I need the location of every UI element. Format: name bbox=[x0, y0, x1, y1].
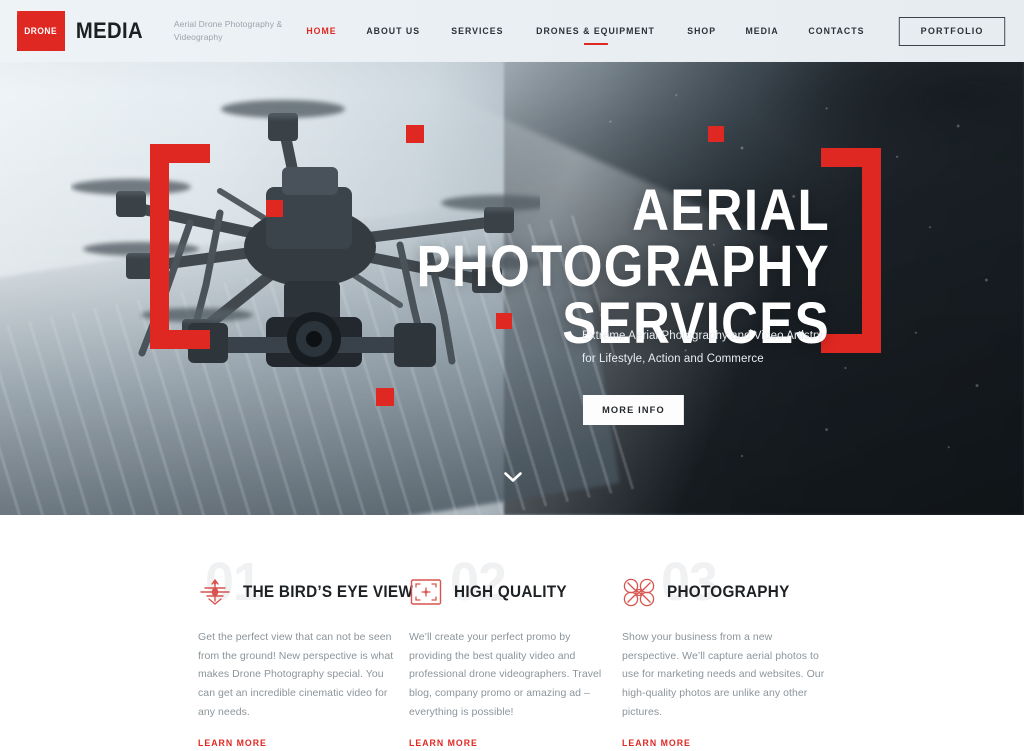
nav-item-services[interactable]: SERVICES bbox=[451, 20, 503, 43]
viewfinder-frame-icon bbox=[409, 577, 443, 607]
feature-card: 02 HIGH QUALITY We’ll create your perfec… bbox=[409, 515, 605, 751]
feature-card: 01 THE BIRD’S EYE VIEW Get the perfect v… bbox=[198, 515, 413, 751]
main-navigation: HOME ABOUT US SERVICES DRONES & EQUIPMEN… bbox=[292, 16, 1008, 46]
feature-title: THE BIRD’S EYE VIEW bbox=[243, 582, 414, 601]
nav-item-contacts[interactable]: CONTACTS bbox=[808, 20, 864, 43]
nav-item-about-us[interactable]: ABOUT US bbox=[367, 20, 421, 43]
hero-subtitle: Extreme Aerial Photography and Video Art… bbox=[582, 330, 823, 365]
feature-title: PHOTOGRAPHY bbox=[667, 582, 790, 601]
more-info-button[interactable]: MORE INFO bbox=[583, 395, 684, 425]
learn-more-link[interactable]: LEARN MORE bbox=[409, 738, 478, 749]
feature-body: Show your business from a new perspectiv… bbox=[622, 631, 825, 718]
portfolio-button[interactable]: PORTFOLIO bbox=[898, 16, 1006, 46]
learn-more-link[interactable]: LEARN MORE bbox=[622, 738, 691, 749]
hero-section: AERIAL PHOTOGRAPHY SERVICES Extreme Aeri… bbox=[0, 0, 1024, 515]
site-tagline: Aerial Drone Photography & Videography bbox=[173, 18, 283, 42]
nav-item-media[interactable]: MEDIA bbox=[745, 20, 778, 43]
feature-body: We’ll create your perfect promo by provi… bbox=[409, 631, 602, 718]
features-section: 01 THE BIRD’S EYE VIEW Get the perfect v… bbox=[0, 515, 1024, 749]
feature-title: HIGH QUALITY bbox=[454, 582, 567, 601]
hero-title-line-1: AERIAL PHOTOGRAPHY bbox=[416, 178, 830, 300]
logo-badge-icon: DRONE bbox=[17, 11, 65, 51]
nav-item-drones-equipment[interactable]: DRONES & EQUIPMENT bbox=[537, 20, 656, 43]
logo[interactable]: DRONE MEDIA bbox=[17, 11, 146, 51]
feature-body: Get the perfect view that can not be see… bbox=[198, 631, 394, 718]
learn-more-link[interactable]: LEARN MORE bbox=[198, 738, 267, 749]
logo-badge-text: DRONE bbox=[24, 25, 58, 37]
quadcopter-icon bbox=[622, 577, 656, 607]
drone-top-view-icon bbox=[198, 577, 232, 607]
site-header: DRONE MEDIA Aerial Drone Photography & V… bbox=[0, 0, 1024, 62]
feature-header: PHOTOGRAPHY bbox=[622, 515, 827, 607]
feature-card: 03 PHOTOGRAPHY Show your business from a… bbox=[622, 515, 827, 751]
nav-item-shop[interactable]: SHOP bbox=[688, 20, 717, 43]
logo-wordmark: MEDIA bbox=[75, 18, 143, 43]
feature-header: HIGH QUALITY bbox=[409, 515, 605, 607]
nav-item-home[interactable]: HOME bbox=[307, 20, 337, 43]
feature-header: THE BIRD’S EYE VIEW bbox=[198, 515, 413, 607]
chevron-down-icon[interactable] bbox=[504, 470, 522, 482]
hero-content: AERIAL PHOTOGRAPHY SERVICES Extreme Aeri… bbox=[0, 0, 1024, 515]
